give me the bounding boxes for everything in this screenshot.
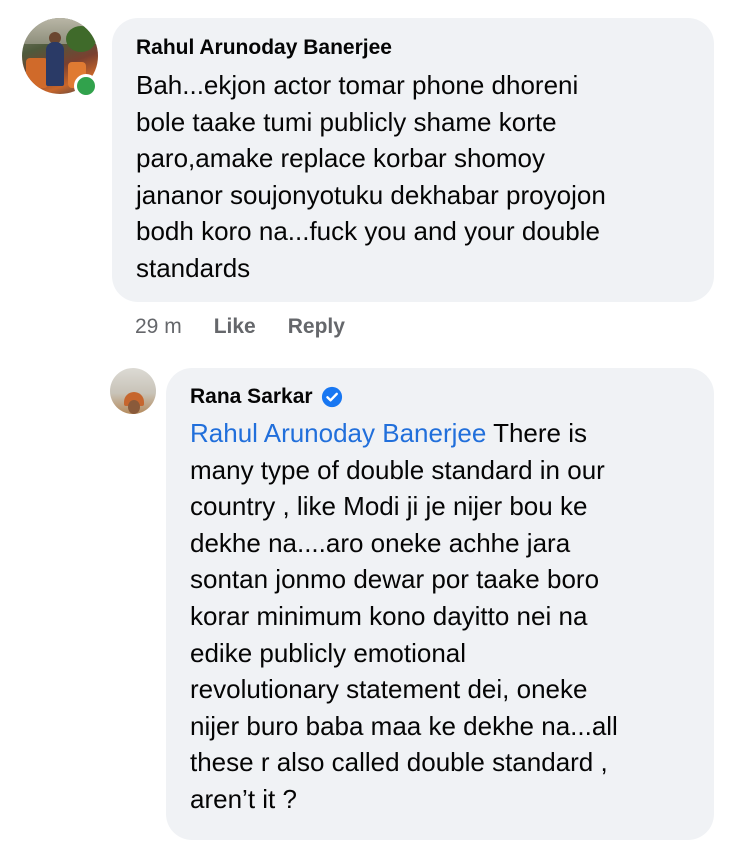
comment-actions: 29 m Like Reply	[135, 313, 377, 341]
comment-author[interactable]: Rahul Arunoday Banerjee	[136, 35, 690, 61]
comment-timestamp[interactable]: 29 m	[135, 315, 182, 339]
verified-badge-icon	[321, 386, 342, 408]
reply-text: many type of double standard in our coun…	[190, 454, 618, 814]
reply-avatar[interactable]	[110, 368, 156, 414]
reply-button[interactable]: Reply	[288, 315, 345, 339]
like-button[interactable]: Like	[214, 315, 256, 339]
comments-thread: Rahul Arunoday Banerjee Bah...ekjon acto…	[0, 0, 738, 847]
comment-bubble: Rahul Arunoday Banerjee Bah...ekjon acto…	[112, 18, 714, 302]
mention-link[interactable]: Rahul Arunoday Banerjee	[190, 418, 486, 448]
reply-text-first-line: There is	[486, 418, 588, 448]
reply-bubble: Rana Sarkar Rahul Arunoday Banerjee Ther…	[166, 368, 714, 840]
online-status-icon	[74, 74, 98, 98]
reply-author[interactable]: Rana Sarkar	[190, 384, 313, 410]
comment-text: Bah...ekjon actor tomar phone dhoreni bo…	[136, 70, 606, 283]
reply-text-block: Rahul Arunoday Banerjee There is many ty…	[190, 415, 690, 818]
